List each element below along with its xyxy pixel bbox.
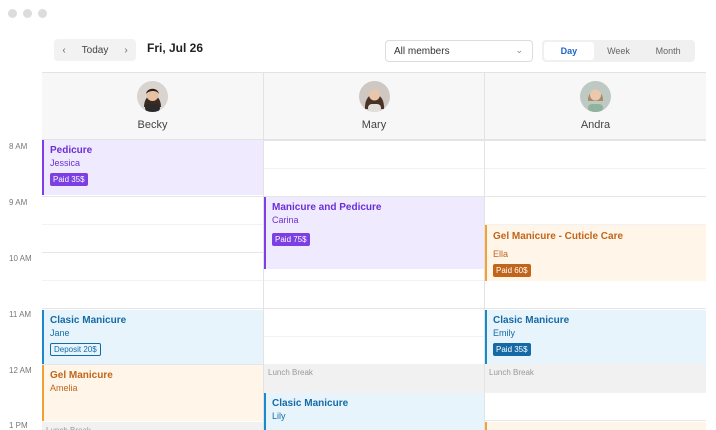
payment-badge: Paid 35$ (493, 343, 531, 356)
time-label: 10 AM (9, 254, 32, 263)
appointment-card[interactable]: Manicure and Pedicure Carina Paid 75$ (264, 197, 484, 269)
appointment-card[interactable]: Clasic Manicure Emily Paid 35$ (485, 310, 706, 364)
appointment-client: Amelia (50, 383, 78, 393)
window-dot-minimize[interactable] (23, 9, 32, 18)
hour-line (42, 308, 706, 309)
time-label: 8 AM (9, 142, 28, 151)
avatar (358, 81, 390, 112)
chevron-down-icon: ⌄ (515, 45, 523, 55)
date-navigation: ‹ Today › (54, 39, 136, 61)
appointment-title: Clasic Manicure (272, 398, 349, 409)
lunch-break-block[interactable]: Lunch Break (264, 364, 484, 392)
appointment-client: Jessica (50, 158, 81, 168)
appointment-title: Gel Manicure (50, 370, 113, 381)
appointment-card[interactable]: Clasic Manicure Jane Deposit 20$ (42, 310, 263, 364)
staff-name: Andra (580, 119, 611, 131)
day-calendar-grid: Becky Mary Andra Lunch Break Lunch Break… (42, 72, 706, 430)
appointment-card[interactable]: Pedicure Jessica Paid 35$ (42, 140, 263, 195)
chevron-left-icon[interactable]: ‹ (54, 39, 74, 61)
view-month-button[interactable]: Month (643, 42, 693, 60)
appointment-card-partial[interactable] (485, 422, 706, 430)
staff-column-header-mary[interactable]: Mary (264, 73, 484, 140)
appointment-client: Lily (272, 411, 286, 421)
time-label: 1 PM (9, 421, 28, 430)
members-dropdown[interactable]: All members ⌄ (385, 40, 533, 62)
payment-badge: Paid 60$ (493, 264, 531, 277)
time-label: 9 AM (9, 198, 28, 207)
view-day-button[interactable]: Day (544, 42, 594, 60)
time-label: 12 AM (9, 366, 32, 375)
current-date-title: Fri, Jul 26 (147, 41, 204, 55)
appointment-client: Ella (493, 249, 509, 259)
avatar (137, 81, 168, 112)
calendar-toolbar: ‹ Today › Fri, Jul 26 All members ⌄ Day … (42, 36, 706, 72)
appointment-title: Manicure and Pedicure (272, 202, 382, 213)
staff-column-header-becky[interactable]: Becky (42, 73, 263, 140)
today-button[interactable]: Today (74, 39, 116, 61)
lunch-break-block[interactable]: Lunch Break (42, 422, 263, 430)
avatar (580, 81, 611, 112)
staff-column-header-andra[interactable]: Andra (485, 73, 706, 140)
appointment-client: Carina (272, 215, 299, 225)
window-controls (8, 9, 47, 18)
time-label: 11 AM (9, 310, 32, 319)
appointment-title: Gel Manicure - Cuticle Care (493, 231, 624, 242)
appointment-card[interactable]: Gel Manicure - Cuticle Care Ella Paid 60… (485, 225, 706, 281)
lunch-break-block[interactable]: Lunch Break (485, 364, 706, 392)
staff-name: Mary (361, 119, 387, 131)
payment-badge: Paid 75$ (272, 233, 310, 246)
window-dot-close[interactable] (8, 9, 17, 18)
window-dot-maximize[interactable] (38, 9, 47, 18)
staff-name: Becky (137, 119, 168, 131)
appointment-card[interactable]: Gel Manicure Amelia (42, 365, 263, 421)
appointment-title: Clasic Manicure (493, 315, 570, 326)
view-switcher: Day Week Month (542, 40, 695, 62)
appointment-card[interactable]: Clasic Manicure Lily (264, 393, 484, 430)
deposit-badge: Deposit 20$ (50, 343, 101, 356)
payment-badge: Paid 35$ (50, 173, 88, 186)
appointment-client: Emily (493, 328, 515, 338)
appointment-title: Clasic Manicure (50, 315, 127, 326)
view-week-button[interactable]: Week (594, 42, 644, 60)
members-dropdown-value: All members (394, 45, 450, 57)
chevron-right-icon[interactable]: › (116, 39, 136, 61)
appointment-title: Pedicure (50, 145, 93, 156)
appointment-client: Jane (50, 328, 70, 338)
